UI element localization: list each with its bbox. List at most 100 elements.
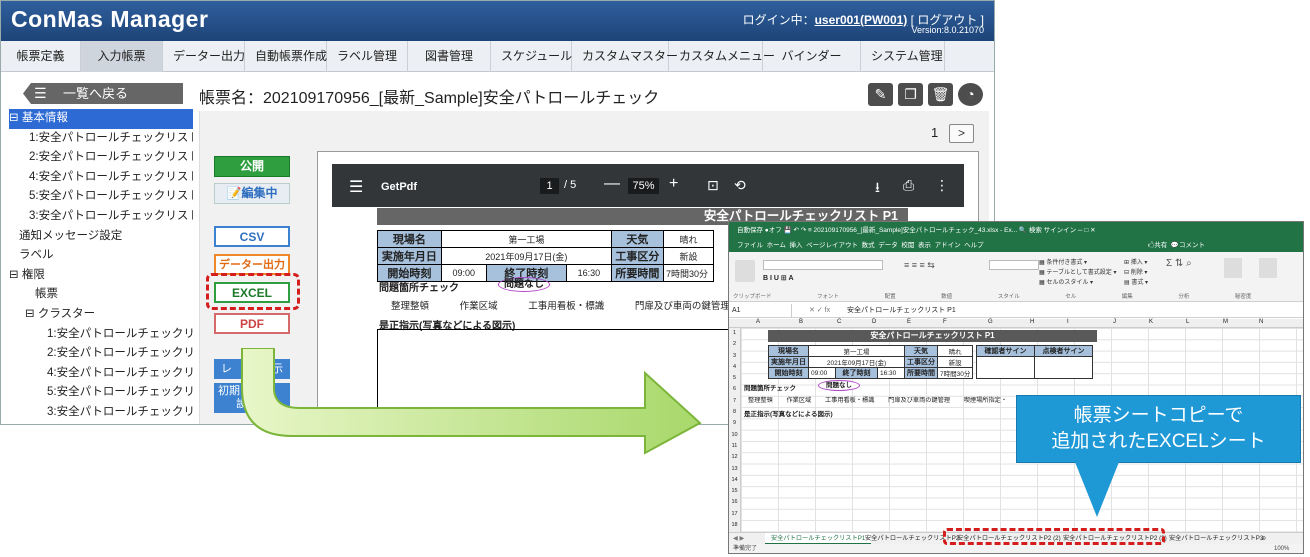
tree-item[interactable]: 1:安全パトロールチェックリスト (9, 129, 193, 149)
pdf-page-total: / 5 (564, 179, 577, 191)
tree-item[interactable]: 2:安全パトロールチェックリス (9, 344, 193, 364)
row-number[interactable]: 15 (729, 486, 740, 497)
row-number[interactable]: 1 (729, 328, 740, 339)
tree-item-label[interactable]: ラベル (9, 246, 193, 266)
tree-item-permission[interactable]: ⊟ 権限 (9, 266, 193, 286)
sheet-check-label: 問題箇所チェック (744, 385, 796, 392)
formula-input[interactable]: 安全パトロールチェックリスト P1 (847, 304, 956, 318)
tree-item[interactable]: 3:安全パトロールチェックリスト (9, 207, 193, 227)
editing-button[interactable]: 📝編集中 (214, 183, 290, 204)
edit-icon[interactable]: ✎ (868, 83, 893, 106)
row-number[interactable]: 14 (729, 475, 740, 486)
tree-item[interactable]: 5:安全パトロールチェックリスト (9, 187, 193, 207)
number-format-select[interactable] (989, 260, 1039, 270)
publish-button[interactable]: 公開 (214, 156, 290, 177)
row-number[interactable]: 6 (729, 384, 740, 395)
row-number[interactable]: 16 (729, 497, 740, 508)
data-output-button[interactable]: データー出力 (214, 254, 290, 275)
user-link[interactable]: user001(PW001) (815, 13, 908, 27)
row-number[interactable]: 13 (729, 464, 740, 475)
menu-label-mgmt[interactable]: ラベル管理 (327, 41, 408, 72)
tree-item[interactable]: 4:安全パトロールチェックリス (9, 364, 193, 384)
menu-input-forms[interactable]: 入力帳票 (81, 41, 163, 72)
menu-data-output[interactable]: データー出力 (163, 41, 245, 72)
tree-item-basic-info[interactable]: ⊟ 基本情報 (9, 109, 193, 129)
menu-system-mgmt[interactable]: システム管理 (861, 41, 945, 72)
doc-items: 整理整頓 作業区域 工事用看板・標識 門扉及び車両の鍵管理 喫 (391, 301, 771, 312)
font-select[interactable] (763, 260, 883, 270)
row-number[interactable]: 18 (729, 520, 740, 531)
login-prefix: ログイン中： (742, 13, 815, 27)
edit-icons[interactable]: Σ ⇅ ⌕ (1166, 258, 1192, 269)
name-box[interactable]: A1 (732, 304, 792, 318)
form-tree: ⊟ 基本情報 1:安全パトロールチェックリスト 2:安全パトロールチェックリスト… (9, 109, 193, 424)
menu-binder[interactable]: バインダー (763, 41, 861, 72)
main-menu: 帳票定義 入力帳票 データー出力 自動帳票作成 ラベル管理 図書管理 スケジュー… (1, 41, 994, 72)
style-commands[interactable]: ▦ 条件付き書式 ▾ ▦ テーブルとして書式設定 ▾ ▦ セルのスタイル ▾ (1039, 258, 1116, 288)
copied-sheets-highlight (943, 528, 1165, 545)
copy-icon[interactable]: ❐ (898, 83, 923, 106)
menu-custom-menu[interactable]: カスタムメニュー (669, 41, 775, 72)
analyze-icon[interactable] (1224, 258, 1242, 278)
pdf-button[interactable]: PDF (214, 313, 290, 334)
menu-custom-master[interactable]: カスタムマスター (572, 41, 678, 72)
row-number[interactable]: 11 (729, 441, 740, 452)
app-header: ConMas Manager ログイン中：user001(PW001) [ ログ… (1, 1, 994, 41)
row-number[interactable]: 10 (729, 430, 740, 441)
doc-ok-mark: 問題なし (498, 277, 550, 292)
tree-item[interactable]: 4:安全パトロールチェックリスト (9, 168, 193, 188)
excel-ribbon-tabs[interactable]: ファイル ホーム 挿入 ページレイアウト 数式 データ 校閲 表示 アドイン ヘ… (729, 239, 1303, 252)
tree-item[interactable]: 2:安全パトロールチェックリスト (9, 148, 193, 168)
align-icons[interactable]: ≡ ≡ ≡ ⇆ (904, 260, 935, 271)
more-icon[interactable]: ⋮ (935, 177, 949, 194)
download-icon[interactable]: ⭳ (875, 177, 880, 201)
tree-item[interactable]: 1:安全パトロールチェックリス (9, 325, 193, 345)
tree-item-notification[interactable]: 通知メッセージ設定 (9, 227, 193, 247)
history-icon[interactable]: ◔ (958, 83, 983, 106)
sheet-header-table: 現場名 第一工場 天気 晴れ 実施年月日 2021年09月17日(金) 工事区分 新設 開始… (768, 345, 974, 379)
doc-check-label: 問題箇所チェック (379, 283, 459, 294)
row-number[interactable]: 5 (729, 373, 740, 384)
pdf-filename: GetPdf (381, 181, 418, 193)
zoom-level[interactable]: 100% (1274, 544, 1289, 553)
font-style-icons[interactable]: B I U ⊞ A (763, 274, 794, 282)
sensitivity-icon[interactable] (1259, 258, 1277, 278)
row-number[interactable]: 12 (729, 452, 740, 463)
list-icon: ☰ (34, 85, 47, 101)
next-page-button[interactable]: > (949, 124, 974, 143)
menu-icon[interactable]: ☰ (349, 177, 363, 197)
row-number[interactable]: 2 (729, 339, 740, 350)
sheet-instruction-label: 是正指示(写真などによる図示) (744, 411, 833, 418)
flow-arrow-icon (241, 348, 702, 455)
row-number[interactable]: 17 (729, 509, 740, 520)
tree-item-cluster[interactable]: ⊟ クラスター (9, 305, 193, 325)
back-to-list-button[interactable]: 一覧へ戻る (23, 83, 183, 104)
menu-library-mgmt[interactable]: 図書管理 (408, 41, 491, 72)
row-number[interactable]: 8 (729, 407, 740, 418)
trash-icon[interactable]: 🗑 (928, 83, 953, 106)
doc-header-table: 現場名 第一工場 天気 晴れ 実施年月日 2021年09月17日(金) 工事区分 新設 開始… (377, 230, 715, 282)
pdf-page-input[interactable]: 1 (540, 178, 559, 194)
menu-schedule[interactable]: スケジュール (491, 41, 572, 72)
tree-item[interactable]: 5:安全パトロールチェックリス (9, 383, 193, 403)
csv-button[interactable]: CSV (214, 226, 290, 247)
rotate-icon[interactable]: ⟲ (734, 177, 746, 194)
row-number[interactable]: 4 (729, 362, 740, 373)
zoom-input[interactable]: 75% (628, 178, 659, 194)
menu-auto-form[interactable]: 自動帳票作成 (245, 41, 327, 72)
status-bar: 準備完了 100% (729, 544, 1303, 553)
row-number[interactable]: 3 (729, 351, 740, 362)
print-icon[interactable]: ⎙ (903, 177, 914, 194)
row-number[interactable]: 9 (729, 418, 740, 429)
app-title: ConMas Manager (11, 6, 209, 32)
cell-commands[interactable]: ⊞ 挿入 ▾ ⊟ 削除 ▾ ▤ 書式 ▾ (1124, 258, 1148, 288)
menu-form-definition[interactable]: 帳票定義 (1, 41, 81, 72)
tree-item-form[interactable]: 帳票 (9, 285, 193, 305)
tree-item[interactable]: 3:安全パトロールチェックリス (9, 403, 193, 423)
paste-icon[interactable] (735, 260, 755, 282)
fit-page-icon[interactable]: ⊡ (707, 177, 719, 194)
zoom-in-icon[interactable]: + (669, 175, 678, 193)
zoom-out-icon[interactable]: — (604, 175, 620, 193)
row-number[interactable]: 7 (729, 396, 740, 407)
excel-window: 自動保存 ●オフ 💾 ↶ ↷ ≡ 202109170956_[最新_Sample… (728, 221, 1304, 554)
